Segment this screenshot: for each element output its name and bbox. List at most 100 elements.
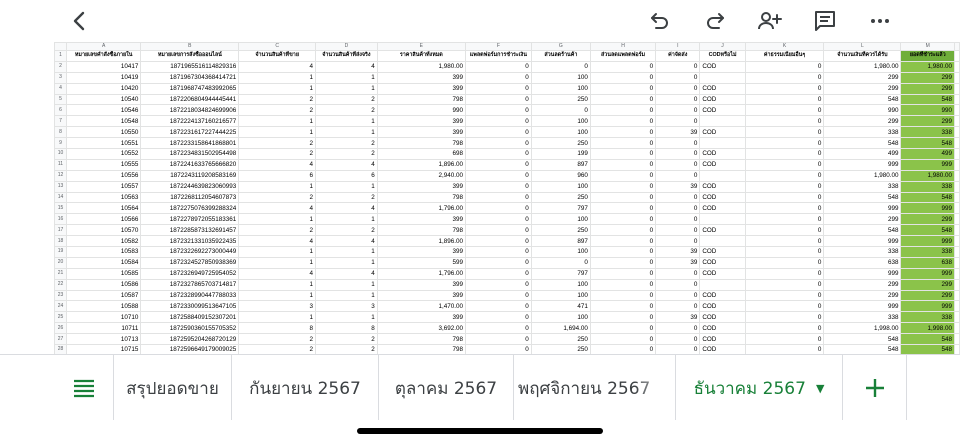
table-cell[interactable]: 299 [900, 82, 955, 95]
row-number[interactable]: 8 [54, 126, 67, 139]
table-cell[interactable]: 100 [530, 71, 591, 84]
table-cell[interactable]: 0 [655, 71, 701, 84]
table-cell[interactable]: 0 [655, 278, 701, 291]
table-cell[interactable]: 10588 [65, 300, 142, 313]
table-cell[interactable]: 100 [530, 115, 591, 128]
table-cell[interactable]: 250 [530, 93, 591, 106]
add-person-icon[interactable] [752, 4, 788, 38]
table-cell[interactable]: 10710 [65, 311, 142, 324]
header-cell[interactable] [954, 50, 960, 62]
table-cell[interactable] [699, 235, 746, 248]
table-cell[interactable]: 10570 [65, 224, 142, 237]
table-cell[interactable]: 0 [589, 104, 657, 117]
table-cell[interactable] [954, 169, 960, 182]
table-cell[interactable]: 338 [823, 311, 902, 324]
table-cell[interactable]: 0 [655, 267, 701, 280]
table-cell[interactable]: 0 [464, 246, 532, 258]
table-cell[interactable]: 1 [315, 115, 378, 128]
table-cell[interactable]: 3,692.00 [376, 322, 466, 335]
table-cell[interactable]: 548 [823, 191, 902, 204]
row-number[interactable]: 18 [54, 235, 67, 248]
table-cell[interactable]: 338 [823, 126, 902, 139]
table-cell[interactable]: 1872241633765666820 [140, 158, 240, 171]
table-cell[interactable]: 6 [238, 169, 317, 182]
table-cell[interactable]: 39 [655, 180, 701, 193]
table-cell[interactable]: 2 [238, 148, 317, 160]
table-cell[interactable]: 798 [376, 93, 466, 106]
row-number[interactable]: 24 [54, 300, 67, 313]
table-cell[interactable]: 0 [464, 289, 532, 302]
table-cell[interactable]: 0 [464, 311, 532, 324]
table-cell[interactable]: 0 [744, 213, 825, 226]
table-cell[interactable]: 100 [530, 126, 591, 139]
table-cell[interactable]: 1,980.00 [900, 169, 955, 182]
header-cell[interactable]: หมายเลขคำสั่งซื้อภายใน [65, 50, 142, 62]
table-cell[interactable]: COD [699, 311, 746, 324]
table-cell[interactable]: 0 [744, 148, 825, 160]
table-cell[interactable]: 0 [464, 148, 532, 160]
table-cell[interactable]: 0 [464, 344, 532, 354]
table-cell[interactable]: 0 [744, 344, 825, 354]
table-cell[interactable]: 338 [900, 180, 955, 193]
row-number[interactable]: 21 [54, 267, 67, 280]
redo-icon[interactable] [697, 4, 733, 38]
table-cell[interactable]: 0 [744, 300, 825, 313]
table-cell[interactable]: 0 [464, 300, 532, 313]
table-cell[interactable]: COD [699, 93, 746, 106]
table-cell[interactable]: 4 [315, 60, 378, 73]
table-cell[interactable]: 0 [744, 256, 825, 269]
table-cell[interactable]: 1 [315, 126, 378, 139]
table-cell[interactable]: COD [699, 158, 746, 171]
table-cell[interactable]: 4 [238, 267, 317, 280]
table-cell[interactable]: 2 [315, 137, 378, 150]
table-cell[interactable]: 399 [376, 82, 466, 95]
table-cell[interactable]: 1,980.00 [823, 169, 902, 182]
table-cell[interactable]: 1872268112054607873 [140, 191, 240, 204]
table-cell[interactable] [954, 71, 960, 84]
table-cell[interactable]: 999 [900, 202, 955, 215]
table-cell[interactable]: 1872326949725954052 [140, 267, 240, 280]
table-cell[interactable]: 2 [238, 104, 317, 117]
table-cell[interactable]: 0 [655, 82, 701, 95]
table-cell[interactable]: 0 [655, 224, 701, 237]
table-cell[interactable]: 100 [530, 246, 591, 258]
table-cell[interactable]: 10555 [65, 158, 142, 171]
table-cell[interactable]: 0 [744, 115, 825, 128]
row-number[interactable]: 14 [54, 191, 67, 204]
table-cell[interactable]: 0 [655, 322, 701, 335]
header-cell[interactable]: จำนวนสินค้าที่ส่งจริง [315, 50, 378, 62]
row-number[interactable]: 13 [54, 180, 67, 193]
table-cell[interactable]: COD [699, 256, 746, 269]
table-cell[interactable]: 1,896.00 [376, 235, 466, 248]
table-cell[interactable]: COD [699, 333, 746, 346]
table-cell[interactable]: 250 [530, 137, 591, 150]
table-cell[interactable]: 0 [744, 60, 825, 73]
table-cell[interactable]: 0 [655, 202, 701, 215]
table-cell[interactable]: 698 [376, 148, 466, 160]
header-cell[interactable]: ราคาสินค้าทั้งหมด [376, 50, 466, 62]
table-cell[interactable]: 399 [376, 289, 466, 302]
table-cell[interactable]: 10556 [65, 169, 142, 182]
table-cell[interactable]: 2 [315, 224, 378, 237]
table-cell[interactable]: 338 [900, 246, 955, 258]
table-cell[interactable]: 548 [900, 224, 955, 237]
table-cell[interactable] [954, 191, 960, 204]
table-cell[interactable]: 3 [238, 300, 317, 313]
table-cell[interactable]: 10550 [65, 126, 142, 139]
table-cell[interactable]: 1872321331035922435 [140, 235, 240, 248]
column-header-k[interactable]: K [744, 42, 825, 51]
table-cell[interactable]: 0 [464, 224, 532, 237]
table-cell[interactable]: 471 [530, 300, 591, 313]
table-cell[interactable]: 0 [589, 322, 657, 335]
table-cell[interactable]: 10552 [65, 148, 142, 160]
column-header-f[interactable]: F [464, 42, 532, 51]
table-cell[interactable]: 0 [655, 235, 701, 248]
table-cell[interactable]: 2,940.00 [376, 169, 466, 182]
table-cell[interactable] [954, 93, 960, 106]
row-number[interactable]: 20 [54, 256, 67, 269]
table-cell[interactable]: 1,998.00 [823, 322, 902, 335]
table-cell[interactable]: 990 [900, 104, 955, 117]
table-cell[interactable]: 0 [744, 126, 825, 139]
undo-icon[interactable] [642, 4, 678, 38]
table-cell[interactable]: 299 [900, 213, 955, 226]
